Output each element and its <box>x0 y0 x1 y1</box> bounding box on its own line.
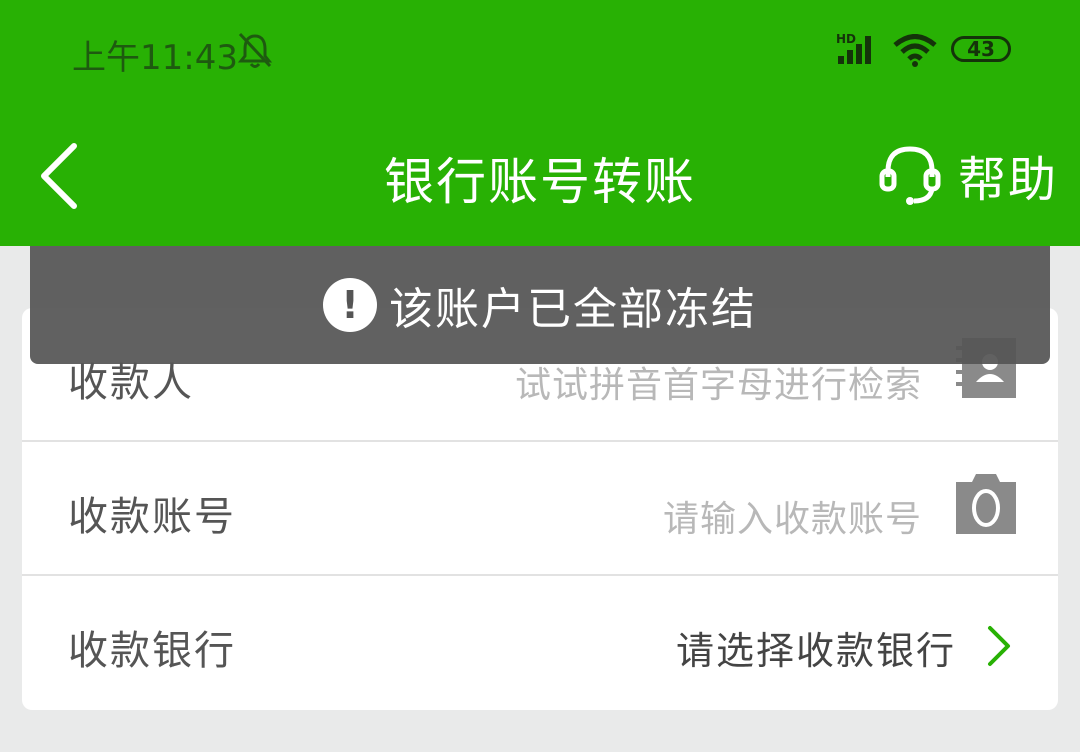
account-input[interactable]: 请输入收款账号 <box>663 490 922 542</box>
bank-label: 收款银行 <box>68 628 236 674</box>
toast-text: 该账户已全部冻结 <box>389 284 757 335</box>
toast-message: ! 该账户已全部冻结 <box>30 246 1050 364</box>
network-type-label: HD <box>836 32 856 46</box>
camera-icon[interactable] <box>956 472 1016 538</box>
bell-muted-icon <box>236 30 274 74</box>
status-time: 上午11:43 <box>72 38 238 78</box>
bank-select[interactable]: 请选择收款银行 <box>676 620 956 675</box>
title-bar: 银行账号转账 帮助 <box>0 104 1080 246</box>
status-bar: 上午11:43 HD 43 <box>0 0 1080 104</box>
cellular-signal-icon: HD <box>836 32 880 70</box>
account-label: 收款账号 <box>68 494 236 540</box>
help-button[interactable]: 帮助 <box>878 140 1058 210</box>
transfer-form: 收款人 试试拼音首字母进行检索 收款账号 请输入收款账号 收款银行 请选择收款银… <box>22 308 1058 710</box>
account-row[interactable]: 收款账号 请输入收款账号 <box>22 442 1058 576</box>
battery-indicator: 43 <box>951 36 1011 62</box>
bank-row[interactable]: 收款银行 请选择收款银行 <box>22 576 1058 710</box>
help-label: 帮助 <box>958 152 1059 208</box>
chevron-right-icon <box>986 624 1012 672</box>
wifi-icon <box>892 34 938 72</box>
headset-icon <box>879 146 941 205</box>
exclamation-icon: ! <box>323 278 377 332</box>
